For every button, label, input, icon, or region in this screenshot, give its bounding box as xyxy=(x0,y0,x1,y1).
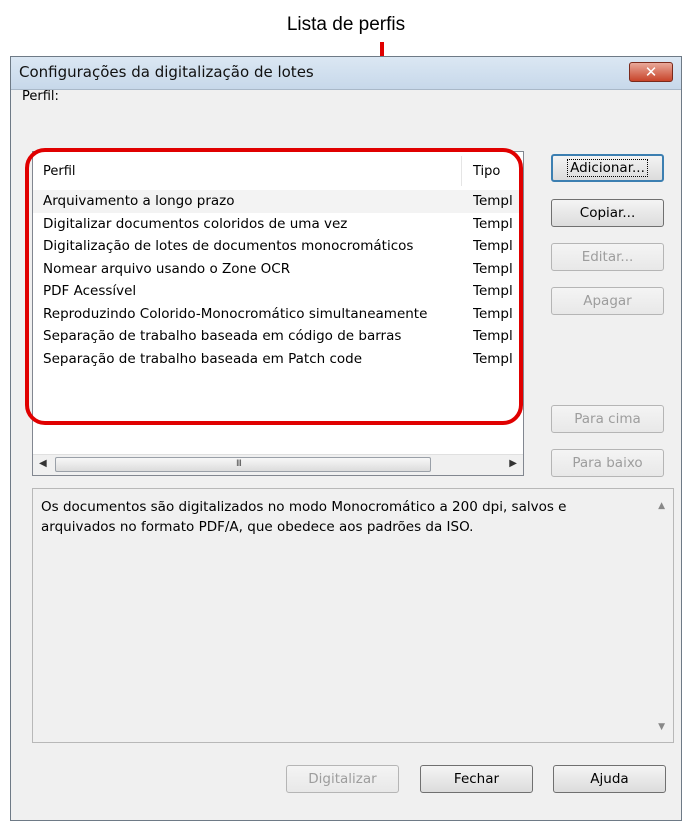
scrollbar-thumb[interactable]: III xyxy=(55,457,431,472)
title-bar: Configurações da digitalização de lotes … xyxy=(11,57,681,90)
help-button[interactable]: Ajuda xyxy=(553,765,666,793)
profile-label: Perfil: xyxy=(22,89,59,104)
move-up-button[interactable]: Para cima xyxy=(551,405,664,433)
move-down-button[interactable]: Para baixo xyxy=(551,449,664,477)
scan-button[interactable]: Digitalizar xyxy=(286,765,399,793)
add-button[interactable]: Adicionar... xyxy=(551,154,664,182)
horizontal-scrollbar[interactable]: ◀ III ▶ xyxy=(33,454,523,475)
scroll-down-icon[interactable]: ▼ xyxy=(658,722,665,732)
add-button-label: Adicionar... xyxy=(567,159,648,177)
scroll-up-icon[interactable]: ▲ xyxy=(658,501,665,511)
scroll-left-icon[interactable]: ◀ xyxy=(39,458,47,469)
callout-label: Lista de perfis xyxy=(286,14,406,35)
close-button[interactable]: Fechar xyxy=(420,765,533,793)
window-title: Configurações da digitalização de lotes xyxy=(19,63,314,81)
profile-description: Os documentos são digitalizados no modo … xyxy=(32,488,674,743)
delete-button[interactable]: Apagar xyxy=(551,287,664,315)
close-icon: ✕ xyxy=(644,63,658,81)
edit-button[interactable]: Editar... xyxy=(551,243,664,271)
description-text: Os documentos são digitalizados no modo … xyxy=(41,499,567,535)
grip-icon: III xyxy=(236,459,242,469)
close-window-button[interactable]: ✕ xyxy=(629,62,673,82)
copy-button[interactable]: Copiar... xyxy=(551,199,664,227)
profile-list-highlight xyxy=(25,148,523,425)
scroll-right-icon[interactable]: ▶ xyxy=(509,458,517,469)
